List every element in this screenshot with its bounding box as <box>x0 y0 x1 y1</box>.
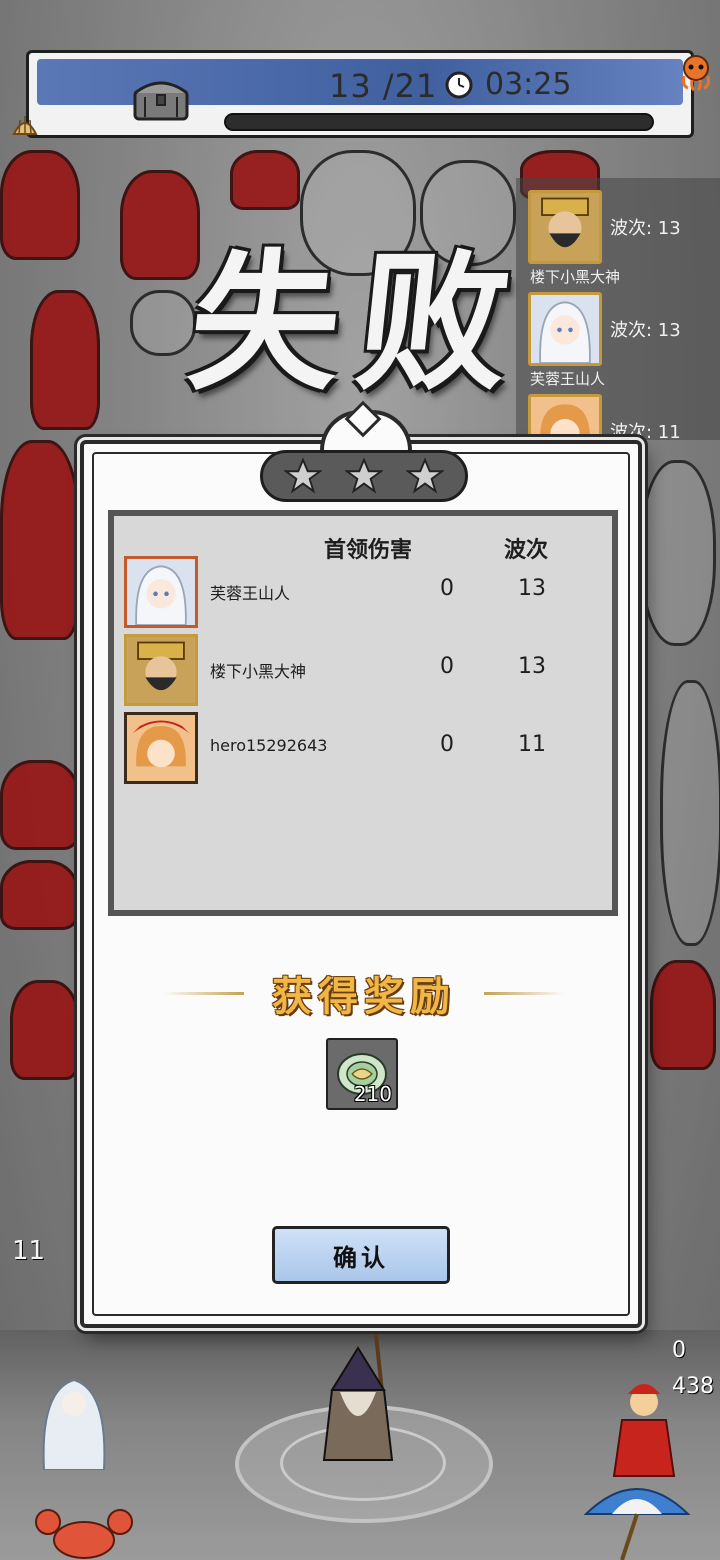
player-damage: 0 <box>440 576 454 601</box>
player-damage: 0 <box>440 654 454 679</box>
clock-icon <box>445 71 473 99</box>
player-row: 芙蓉王山人 0 13 <box>124 556 604 632</box>
wave-ranking-list: 波次: 13 楼下小黑大神 波次: 13 芙蓉王山人 波次: 11 <box>516 178 720 440</box>
orange-hair-girl-avatar <box>124 712 198 784</box>
star-icon <box>344 457 383 494</box>
ice-maiden-character[interactable] <box>34 1370 114 1470</box>
ranking-name: 芙蓉王山人 <box>530 370 606 388</box>
ranking-item[interactable]: 波次: 11 <box>528 394 720 440</box>
confirm-button[interactable]: 确认 <box>272 1226 450 1284</box>
hud-value-top: 0 <box>672 1338 686 1363</box>
countdown-timer: 03:25 <box>485 67 572 102</box>
result-table: 首领伤害 波次 芙蓉王山人 0 13 楼下小黑大神 0 13 hero15292… <box>108 510 618 916</box>
player-wave: 13 <box>518 576 546 601</box>
wave-status-bar: 13 /21 03:25 <box>26 50 694 138</box>
star-icon <box>405 457 444 494</box>
wave-counter: 13 /21 <box>329 67 438 105</box>
star-rating <box>260 450 468 502</box>
octopus-icon[interactable] <box>676 52 716 92</box>
chest-icon[interactable] <box>131 75 191 123</box>
reward-title: 获得奖励 <box>272 973 456 1020</box>
beach-umbrella-icon <box>583 1488 691 1560</box>
reward-count: 210 <box>353 1082 392 1106</box>
reward-item[interactable]: 210 <box>326 1038 398 1110</box>
player-wave: 13 <box>518 654 546 679</box>
reward-header: 获得奖励 <box>164 964 564 1024</box>
orange-hair-girl-avatar <box>528 394 602 440</box>
ranking-wave: 波次: 13 <box>610 218 681 239</box>
wave-progress-bar <box>224 113 654 131</box>
player-name: 芙蓉王山人 <box>210 584 291 603</box>
hud-left-value: 11 <box>12 1236 46 1266</box>
reward-divider-left <box>164 992 244 995</box>
ranking-name: 楼下小黑大神 <box>530 268 621 286</box>
white-hair-girl-avatar <box>528 292 602 366</box>
ranking-wave: 波次: 13 <box>610 320 681 341</box>
ranking-item[interactable]: 波次: 13 楼下小黑大神 <box>528 190 720 286</box>
star-icon <box>284 457 323 494</box>
player-damage: 0 <box>440 732 454 757</box>
player-wave: 11 <box>518 732 546 757</box>
player-name: hero15292643 <box>210 736 328 755</box>
player-name: 楼下小黑大神 <box>210 662 307 681</box>
crab-icon <box>35 1509 133 1559</box>
defeat-title: 失败 <box>181 234 536 411</box>
reward-divider-right <box>484 992 564 995</box>
santa-girl-character[interactable] <box>604 1380 684 1480</box>
player-row: hero15292643 0 11 <box>124 712 604 788</box>
result-dialog: 首领伤害 波次 芙蓉王山人 0 13 楼下小黑大神 0 13 hero15292… <box>80 400 642 1328</box>
shell-icon <box>12 116 38 135</box>
bearded-general-avatar <box>124 634 198 706</box>
ranking-wave: 波次: 11 <box>610 422 681 440</box>
wizard-character[interactable] <box>318 1330 398 1470</box>
ranking-item[interactable]: 波次: 13 芙蓉王山人 <box>528 292 720 388</box>
white-hair-girl-avatar <box>124 556 198 628</box>
player-row: 楼下小黑大神 0 13 <box>124 634 604 710</box>
